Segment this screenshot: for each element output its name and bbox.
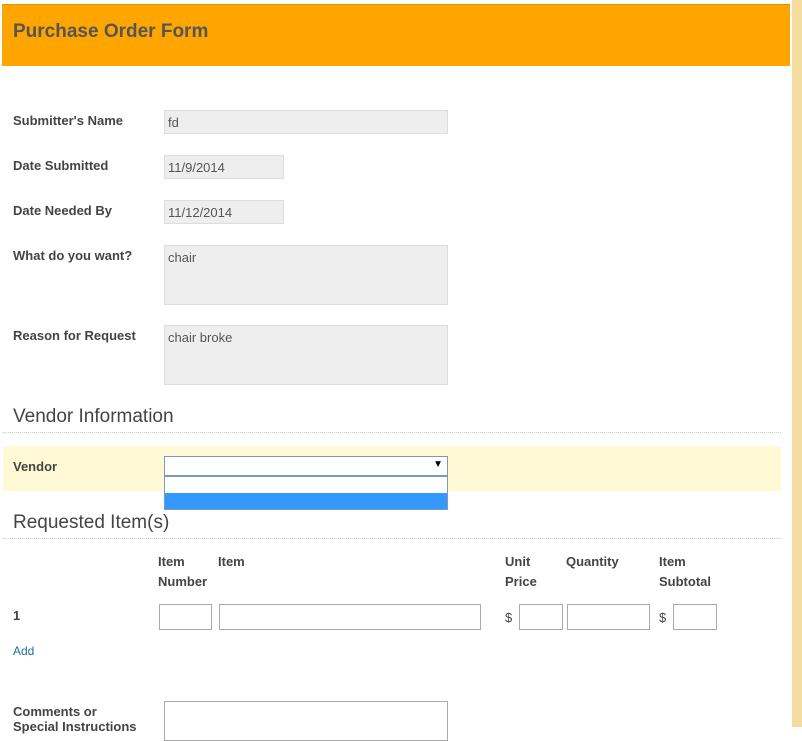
row-number: 1 [13,608,21,623]
what-want-textarea[interactable]: chair [164,245,448,305]
vendor-label: Vendor [13,459,58,474]
items-section-title: Requested Item(s) [13,512,170,533]
submitter-name-input[interactable]: fd [164,110,448,134]
col-item: Item [218,554,245,569]
date-submitted-label: Date Submitted [13,158,109,173]
item-subtotal-input[interactable] [673,604,717,630]
unit-price-currency: $ [505,610,513,625]
add-item-link[interactable]: Add [13,644,34,658]
form-title: Purchase Order Form [13,21,209,42]
vendor-option-empty[interactable] [165,477,447,493]
quantity-input[interactable] [567,604,650,630]
vendor-section-title: Vendor Information [13,406,174,427]
reason-textarea[interactable]: chair broke [164,325,448,385]
vendor-option-highlighted[interactable] [165,493,447,509]
vendor-dropdown-list [164,476,448,510]
what-want-label: What do you want? [13,248,133,263]
reason-label: Reason for Request [13,328,136,343]
date-needed-input[interactable]: 11/12/2014 [164,200,284,224]
vendor-divider [3,432,781,433]
col-item-subtotal: Item Subtotal [659,554,711,589]
col-item-number: Item Number [158,554,208,589]
item-number-input[interactable] [159,604,212,630]
item-input[interactable] [219,604,481,630]
unit-price-input[interactable] [519,604,563,630]
submitter-name-label: Submitter's Name [13,113,124,128]
col-unit-price: Unit Price [505,554,537,589]
chevron-down-icon: ▼ [433,459,443,470]
date-submitted-input[interactable]: 11/9/2014 [164,155,284,179]
comments-textarea[interactable] [164,701,448,741]
subtotal-currency: $ [659,610,667,625]
vendor-select[interactable]: ▼ [164,456,448,476]
col-quantity: Quantity [566,554,619,569]
form-header: Purchase Order Form [2,4,790,66]
comments-label: Comments or Special Instructions [13,704,137,734]
page-scroll-edge [792,0,802,727]
items-divider [3,538,781,539]
date-needed-label: Date Needed By [13,203,112,218]
